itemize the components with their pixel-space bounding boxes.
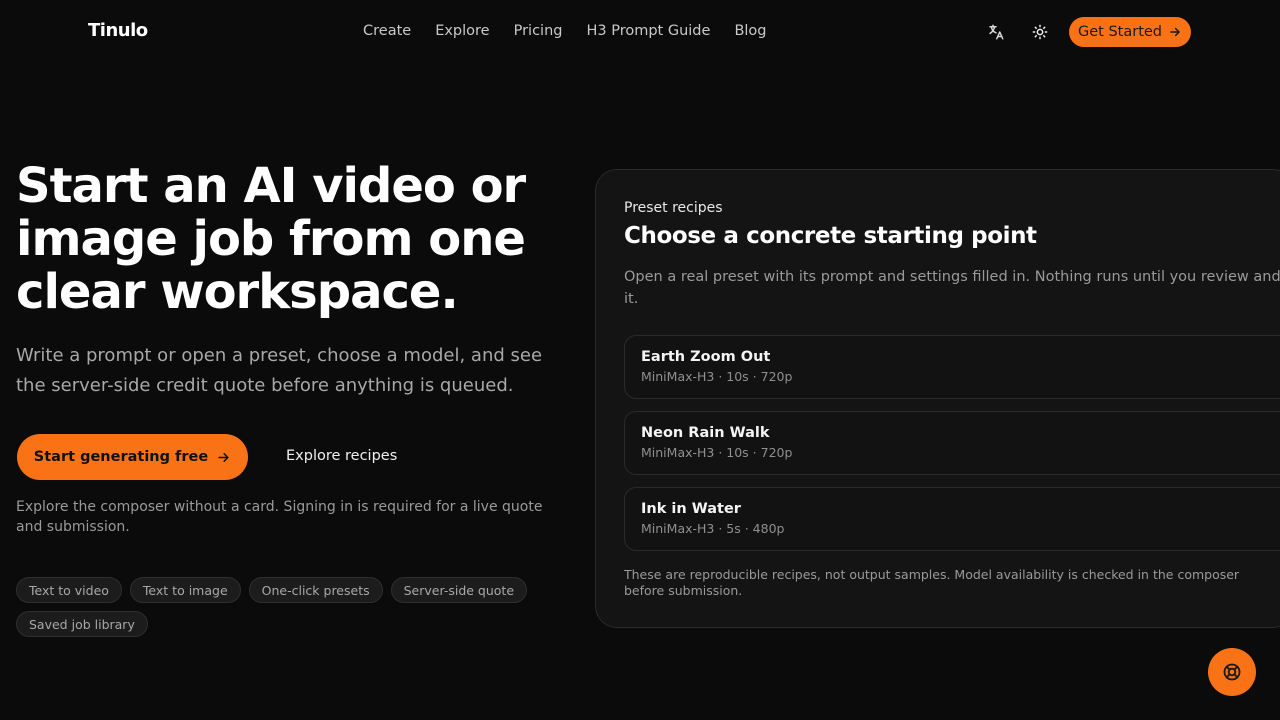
help-button[interactable]	[1208, 648, 1256, 696]
get-started-button[interactable]: Get Started	[1069, 17, 1191, 47]
get-started-label: Get Started	[1078, 24, 1162, 40]
arrow-right-icon	[1170, 27, 1180, 37]
start-generating-label: Start generating free	[33, 449, 209, 465]
chip-server-side-quote: Server-side quote	[390, 577, 528, 603]
nav-item-prompt-guide[interactable]: H3 Prompt Guide	[586, 23, 710, 39]
nav-item-explore[interactable]: Explore	[435, 23, 489, 39]
sun-icon[interactable]	[1030, 22, 1050, 42]
explore-recipes-link[interactable]: Explore recipes	[286, 448, 397, 464]
recipe-meta: MiniMax-H3 · 10s · 720p	[641, 445, 793, 460]
recipe-card-ink-in-water[interactable]: Ink in Water MiniMax-H3 · 5s · 480p	[624, 487, 1280, 551]
panel-kicker: Preset recipes	[624, 200, 723, 216]
chip-saved-job-library: Saved job library	[16, 611, 148, 637]
lifebuoy-icon	[1223, 663, 1241, 681]
translate-icon[interactable]	[986, 22, 1006, 42]
arrow-right-icon	[218, 452, 229, 462]
chip-text-to-video: Text to video	[16, 577, 122, 603]
feature-chips: Text to video Text to image One-click pr…	[16, 577, 536, 637]
panel-description: Open a real preset with its prompt and s…	[624, 266, 1280, 310]
recipe-meta: MiniMax-H3 · 5s · 480p	[641, 521, 785, 536]
nav-item-create[interactable]: Create	[363, 23, 411, 39]
recipe-title: Ink in Water	[641, 501, 741, 517]
brand-logo[interactable]: Tinulo	[88, 20, 148, 41]
chip-one-click-presets: One-click presets	[248, 577, 383, 603]
hero-subtitle: Write a prompt or open a preset, choose …	[16, 345, 543, 396]
start-generating-button[interactable]: Start generating free	[17, 434, 248, 480]
panel-footnote: These are reproducible recipes, not outp…	[624, 567, 1240, 598]
hero-note: Explore the composer without a card. Sig…	[16, 499, 543, 535]
hero-title: Start an AI video or image job from one …	[16, 158, 526, 320]
chip-text-to-image: Text to image	[129, 577, 241, 603]
recipe-card-earth-zoom-out[interactable]: Earth Zoom Out MiniMax-H3 · 10s · 720p	[624, 335, 1280, 399]
recipe-title: Earth Zoom Out	[641, 349, 771, 365]
preset-recipes-panel: Preset recipes Choose a concrete startin…	[595, 169, 1280, 628]
nav-item-pricing[interactable]: Pricing	[514, 23, 563, 39]
panel-title: Choose a concrete starting point	[624, 223, 1037, 249]
recipe-title: Neon Rain Walk	[641, 425, 770, 441]
recipe-meta: MiniMax-H3 · 10s · 720p	[641, 369, 793, 384]
nav-item-blog[interactable]: Blog	[734, 23, 766, 39]
recipe-list: Earth Zoom Out MiniMax-H3 · 10s · 720p N…	[624, 335, 1280, 563]
recipe-card-neon-rain-walk[interactable]: Neon Rain Walk MiniMax-H3 · 10s · 720p	[624, 411, 1280, 475]
panel-description-line1: Open a real preset with its prompt and s…	[624, 269, 1280, 285]
main-nav: Create Explore Pricing H3 Prompt Guide B…	[363, 23, 767, 39]
panel-description-line2: it.	[624, 291, 639, 307]
